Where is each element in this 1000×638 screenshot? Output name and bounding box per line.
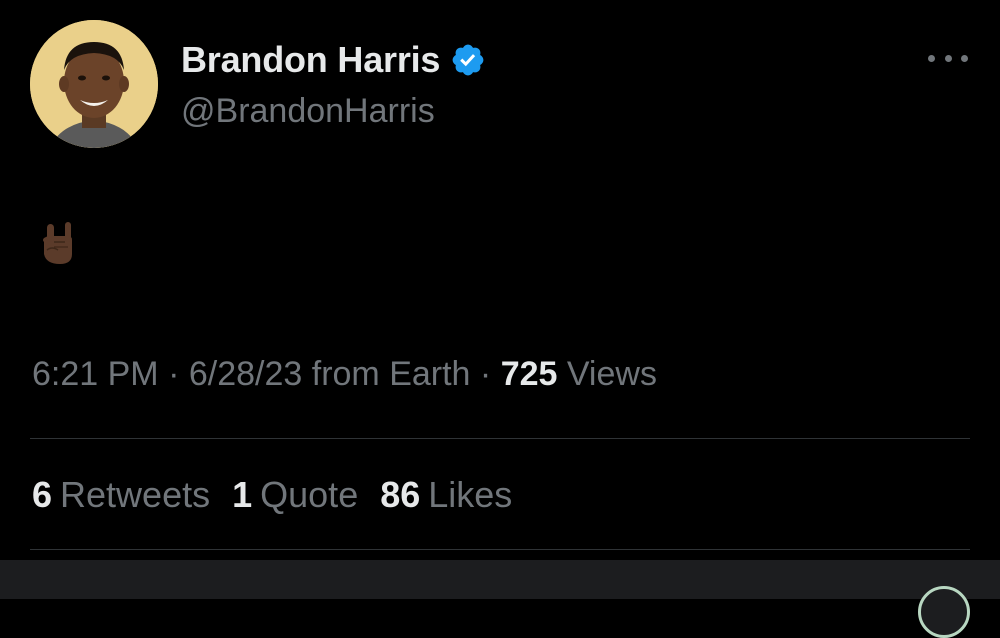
tweet-detail: Brandon Harris @BrandonHarris 6:21 PM · … xyxy=(0,0,1000,560)
engagement-stats: 6 Retweets 1 Quote 86 Likes xyxy=(32,474,534,516)
separator: · xyxy=(470,355,501,393)
avatar[interactable] xyxy=(30,20,158,148)
divider xyxy=(30,549,970,550)
more-options-icon[interactable] xyxy=(928,46,968,70)
separator: · xyxy=(158,355,189,393)
tweet-source: from Earth xyxy=(302,355,471,393)
tweet-time[interactable]: 6:21 PM xyxy=(32,355,159,393)
views-label: Views xyxy=(557,355,657,393)
author-display-name[interactable]: Brandon Harris xyxy=(181,39,440,81)
quotes-label: Quote xyxy=(260,474,359,515)
views-count: 725 xyxy=(500,355,558,393)
tweet-meta: 6:21 PM · 6/28/23 from Earth · 725 Views xyxy=(32,355,657,394)
quotes-count: 1 xyxy=(232,474,253,515)
retweets-label: Retweets xyxy=(60,474,211,515)
retweets-stat[interactable]: 6 Retweets xyxy=(32,474,210,516)
action-bar xyxy=(0,560,1000,638)
divider xyxy=(30,438,970,439)
tweet-text xyxy=(38,220,78,266)
profile-photo xyxy=(30,20,158,148)
author-handle[interactable]: @BrandonHarris xyxy=(181,92,435,131)
action-circle-icon[interactable] xyxy=(918,586,970,638)
sign-of-horns-icon xyxy=(38,220,78,266)
verified-badge-icon[interactable] xyxy=(450,42,486,78)
tweet-date[interactable]: 6/28/23 xyxy=(189,355,302,393)
likes-count: 86 xyxy=(380,474,421,515)
likes-stat[interactable]: 86 Likes xyxy=(380,474,512,516)
likes-label: Likes xyxy=(428,474,513,515)
author-name-row: Brandon Harris xyxy=(181,38,486,82)
retweets-count: 6 xyxy=(32,474,53,515)
quotes-stat[interactable]: 1 Quote xyxy=(232,474,358,516)
